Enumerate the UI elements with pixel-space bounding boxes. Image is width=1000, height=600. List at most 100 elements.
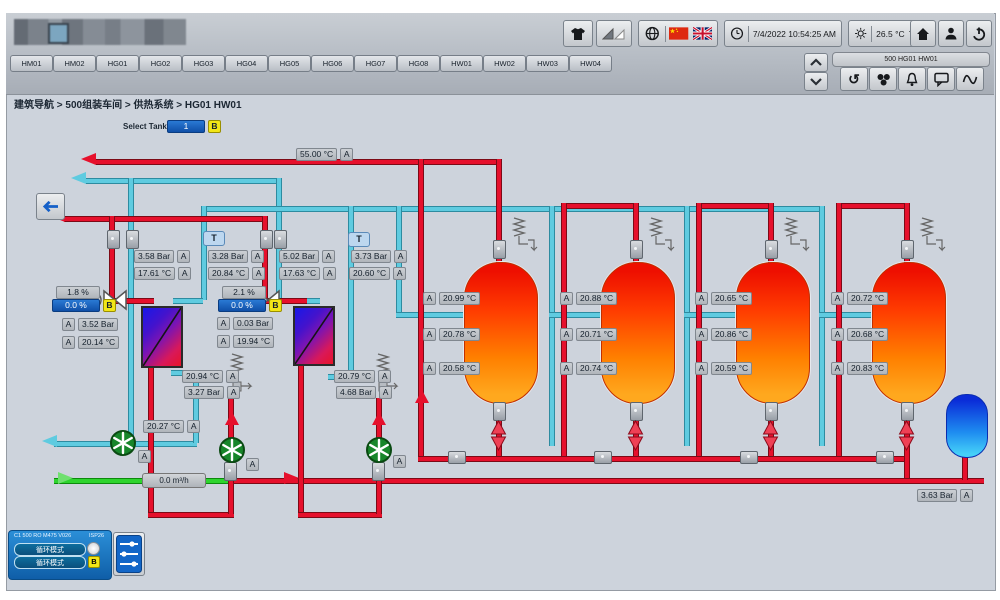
select-tank-value[interactable]: 1B: [167, 120, 221, 133]
power-button[interactable]: [966, 20, 992, 47]
tab-hg04[interactable]: HG04: [225, 55, 268, 72]
undo-icon: ↺: [848, 71, 860, 88]
tab-hw01[interactable]: HW01: [440, 55, 483, 72]
scroll-down-button[interactable]: [804, 72, 828, 91]
return-temp-label: 20.27 °CA: [143, 420, 200, 433]
heat-exchanger-1[interactable]: [141, 306, 183, 368]
b-badge: B: [103, 299, 116, 312]
tab-hg02[interactable]: HG02: [139, 55, 182, 72]
tab-hw03[interactable]: HW03: [526, 55, 569, 72]
tank2-top-sensor: [630, 240, 643, 259]
undo-button[interactable]: ↺: [840, 67, 868, 91]
hx1-outlet-pressure: 3.27 BarA: [184, 386, 240, 399]
pump-circuit-1[interactable]: [218, 436, 246, 469]
home-button[interactable]: [910, 20, 936, 47]
safety-valve-icon: [643, 216, 677, 265]
cold-pipe: [173, 298, 203, 304]
tab-hw04[interactable]: HW04: [569, 55, 612, 72]
collector-sensor: [876, 451, 894, 464]
valve2-opening: 2.1 %: [222, 286, 266, 299]
a-badge: A: [251, 250, 264, 263]
separator: [748, 26, 749, 42]
valve-setpoint-value[interactable]: 0.0 %: [52, 299, 100, 312]
alarm-button[interactable]: [898, 67, 926, 91]
sensor-value: 20.84 °C: [208, 267, 249, 280]
a-badge: A: [62, 336, 75, 349]
scroll-up-button[interactable]: [804, 53, 828, 72]
pump-icon: [218, 436, 246, 464]
flow-arrow-right: [284, 472, 299, 484]
pump-cold-return[interactable]: [109, 429, 137, 462]
sensor-value: 20.27 °C: [143, 420, 184, 433]
tank-number[interactable]: 1: [167, 120, 205, 133]
hx3-pressure: 5.02 BarA: [279, 250, 335, 263]
sensor-value: 20.60 °C: [349, 267, 390, 280]
settings-button[interactable]: [113, 532, 145, 576]
pump-a-badge: A: [246, 458, 259, 471]
sensor-value: 20.99 °C: [439, 292, 480, 305]
collector-sensor: [740, 451, 758, 464]
a-badge: A: [322, 250, 335, 263]
language-selector[interactable]: [638, 20, 718, 47]
flow-meter: 0.0 m³/h: [142, 473, 206, 488]
a-badge: A: [831, 292, 844, 305]
hx1-outlet-temp: 20.94 °CA: [182, 370, 239, 383]
hx1-pressure: 3.58 BarA: [134, 250, 190, 263]
messages-button[interactable]: [927, 67, 955, 91]
side1-pressure: A3.52 Bar: [62, 318, 118, 331]
tab-hw02[interactable]: HW02: [483, 55, 526, 72]
tab-hg06[interactable]: HG06: [311, 55, 354, 72]
back-button[interactable]: [36, 193, 65, 220]
tab-hg07[interactable]: HG07: [354, 55, 397, 72]
sensor-value: 20.14 °C: [78, 336, 119, 349]
tank3-temp-bottom: A20.59 °C: [695, 362, 752, 375]
tab-hm02[interactable]: HM02: [53, 55, 96, 72]
flag-uk-icon[interactable]: [693, 27, 712, 40]
tab-hg03[interactable]: HG03: [182, 55, 225, 72]
mode-button-1[interactable]: 循环模式: [14, 543, 86, 556]
t-badge-label: T: [203, 231, 225, 246]
sensor-value: 20.86 °C: [711, 328, 752, 341]
a-badge: A: [178, 267, 191, 280]
a-badge: A: [187, 420, 200, 433]
user-button[interactable]: [938, 20, 964, 47]
valve-setpoint-value[interactable]: 0.0 %: [218, 299, 266, 312]
valve2-setpoint[interactable]: 0.0 %B: [218, 299, 282, 312]
sensor-value: 20.58 °C: [439, 362, 480, 375]
sensor-value: 3.28 Bar: [208, 250, 248, 263]
a-badge: A: [560, 362, 573, 375]
datetime-display[interactable]: 7/4/2022 10:54:25 AM: [724, 20, 842, 47]
valve-opening-value: 2.1 %: [222, 286, 266, 299]
tank3-temp-mid: A20.86 °C: [695, 328, 752, 341]
a-badge: A: [138, 450, 151, 463]
theme-button[interactable]: [563, 20, 593, 47]
tab-hm01[interactable]: HM01: [10, 55, 53, 72]
check-valve: [898, 420, 915, 457]
fans-icon: [875, 72, 892, 87]
sensor-value: 55.00 °C: [296, 148, 337, 161]
a-badge: A: [393, 455, 406, 468]
flow-arrow-up: [415, 390, 429, 403]
pump-a-badge: A: [138, 450, 151, 463]
a-badge: A: [217, 317, 230, 330]
contrast-button[interactable]: [596, 20, 632, 47]
tab-hg01[interactable]: HG01: [96, 55, 139, 72]
a-badge: A: [340, 148, 353, 161]
equipment-button[interactable]: [869, 67, 897, 91]
cold-pipe-tank2: [549, 312, 603, 318]
tab-hg05[interactable]: HG05: [268, 55, 311, 72]
valve1-setpoint[interactable]: 0.0 %B: [52, 299, 116, 312]
tank2-temp-bottom: A20.74 °C: [560, 362, 617, 375]
equipment-id: C1 500 RO M475 V026: [14, 533, 71, 539]
tab-hg08[interactable]: HG08: [397, 55, 440, 72]
pump-circuit-2[interactable]: [365, 436, 393, 469]
flag-cn-icon[interactable]: [669, 27, 688, 40]
heat-exchanger-2[interactable]: [293, 306, 335, 366]
trends-button[interactable]: [956, 67, 984, 91]
b-badge: B: [269, 299, 282, 312]
a-badge: A: [252, 267, 265, 280]
flow-arrow-left-cold: [71, 172, 86, 184]
tank3-top-sensor: [765, 240, 778, 259]
mode-button-2[interactable]: 循环模式: [14, 556, 86, 569]
mode-panel-header: C1 500 RO M475 V026 ISP26: [14, 533, 104, 539]
